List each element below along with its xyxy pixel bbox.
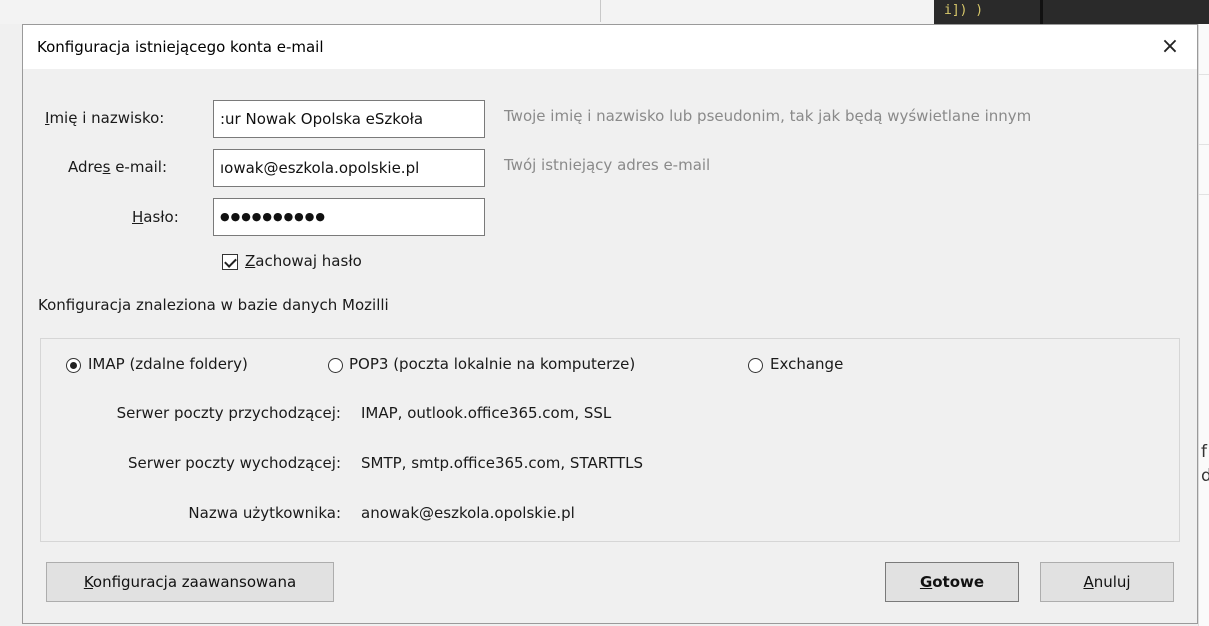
background-edge bbox=[1199, 74, 1209, 75]
name-label-text: mię i nazwisko: bbox=[49, 109, 165, 127]
dialog-title: Konfiguracja istniejącego konta e-mail bbox=[37, 38, 324, 56]
email-label-text-rest: e-mail: bbox=[110, 158, 168, 176]
background-code-fragment: i]) ) bbox=[944, 3, 984, 18]
dialog-titlebar: Konfiguracja istniejącego konta e-mail × bbox=[23, 25, 1197, 69]
remember-access-key: Z bbox=[245, 252, 256, 270]
pop3-radio[interactable] bbox=[328, 358, 343, 373]
background-right-panel: f d bbox=[1198, 24, 1209, 626]
imap-radio[interactable] bbox=[66, 358, 81, 373]
email-label-text: Adre bbox=[68, 158, 103, 176]
username-value: anowak@eszkola.opolskie.pl bbox=[361, 504, 575, 522]
account-setup-dialog: Konfiguracja istniejącego konta e-mail ×… bbox=[22, 24, 1198, 624]
password-label-access-key: H bbox=[132, 208, 144, 226]
email-hint: Twój istniejący adres e-mail bbox=[504, 156, 711, 174]
done-access-key: G bbox=[919, 573, 933, 591]
advanced-access-key: K bbox=[83, 573, 93, 591]
background-edge bbox=[1199, 144, 1209, 145]
password-label: Hasło: bbox=[132, 208, 179, 226]
incoming-server-value: IMAP, outlook.office365.com, SSL bbox=[361, 404, 612, 422]
pop3-radio-label[interactable]: POP3 (poczta lokalnie na komputerze) bbox=[349, 355, 635, 373]
cancel-button[interactable]: Anuluj bbox=[1040, 562, 1174, 602]
background-code-editor: i]) ) bbox=[934, 0, 1209, 24]
cancel-access-key: A bbox=[1083, 573, 1094, 591]
email-label: Adres e-mail: bbox=[68, 158, 167, 176]
close-icon[interactable]: × bbox=[1153, 30, 1187, 64]
name-hint: Twoje imię i nazwisko lub pseudonim, tak… bbox=[504, 107, 1032, 125]
name-field[interactable]: :ur Nowak Opolska eSzkoła bbox=[213, 100, 485, 138]
advanced-config-button[interactable]: Konfiguracja zaawansowana bbox=[46, 562, 334, 602]
remember-password-checkbox[interactable] bbox=[222, 254, 238, 270]
exchange-radio-label[interactable]: Exchange bbox=[770, 355, 843, 373]
background-separator bbox=[1040, 0, 1043, 24]
config-status-text: Konfiguracja znaleziona w bazie danych M… bbox=[38, 296, 389, 314]
outgoing-server-value: SMTP, smtp.office365.com, STARTTLS bbox=[361, 454, 643, 472]
server-settings-group: IMAP (zdalne foldery) POP3 (poczta lokal… bbox=[40, 338, 1180, 542]
outgoing-server-label: Serwer poczty wychodzącej: bbox=[127, 454, 341, 472]
background-edge bbox=[1199, 194, 1209, 195]
done-button-label: otowe bbox=[932, 573, 985, 591]
incoming-server-label: Serwer poczty przychodzącej: bbox=[116, 404, 341, 422]
imap-radio-label[interactable]: IMAP (zdalne foldery) bbox=[88, 355, 248, 373]
cancel-button-label: nuluj bbox=[1093, 573, 1131, 591]
remember-label-text: achowaj hasło bbox=[255, 252, 362, 270]
advanced-button-label: onfiguracja zaawansowana bbox=[92, 573, 297, 591]
password-field[interactable]: ●●●●●●●●●● bbox=[213, 198, 485, 236]
password-label-text: asło: bbox=[143, 208, 179, 226]
name-label: Imię i nazwisko: bbox=[45, 109, 164, 127]
username-label: Nazwa użytkownika: bbox=[188, 504, 341, 522]
email-field[interactable]: ıowak@eszkola.opolskie.pl bbox=[213, 149, 485, 187]
background-text-fragment: d bbox=[1201, 466, 1209, 486]
exchange-radio[interactable] bbox=[748, 358, 763, 373]
done-button[interactable]: Gotowe bbox=[885, 562, 1019, 602]
remember-password-label[interactable]: Zachowaj hasło bbox=[245, 252, 362, 270]
background-divider bbox=[600, 0, 601, 22]
background-text-fragment: f bbox=[1201, 442, 1207, 462]
